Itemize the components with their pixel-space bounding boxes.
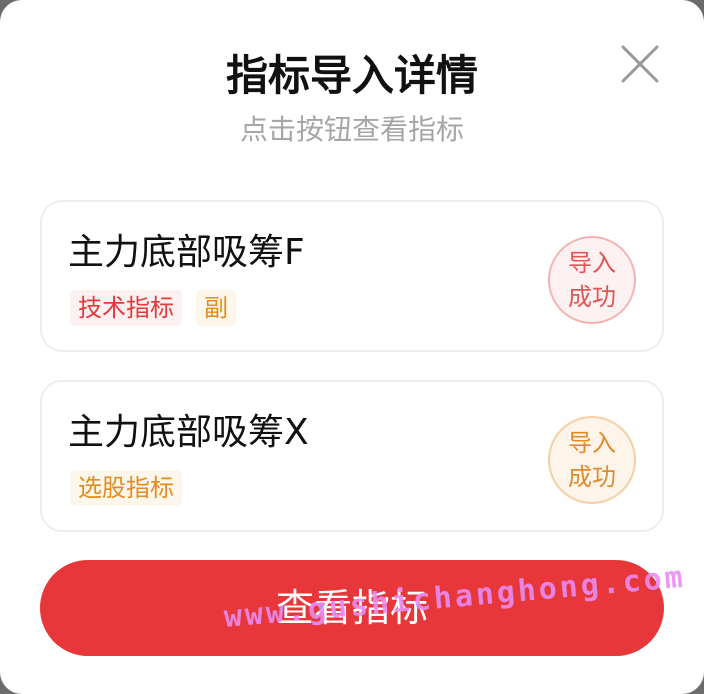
- tag-indicator-type: 选股指标: [70, 470, 182, 506]
- dialog-title: 指标导入详情: [225, 51, 478, 100]
- indicator-card: 主力底部吸筹F 技术指标 副 导入 成功: [40, 200, 664, 352]
- dialog-subtitle: 点击按钮查看指标: [239, 113, 464, 146]
- indicator-name: 主力底部吸筹F: [68, 232, 305, 273]
- close-button[interactable]: [620, 44, 660, 84]
- tag-indicator-type: 技术指标: [70, 290, 182, 326]
- indicator-tags: 选股指标: [70, 470, 182, 506]
- tag-sub-chart: 副: [196, 290, 236, 326]
- indicator-card: 主力底部吸筹X 选股指标 导入 成功: [40, 380, 664, 532]
- indicator-name: 主力底部吸筹X: [68, 412, 309, 453]
- import-detail-dialog: 指标导入详情 点击按钮查看指标 主力底部吸筹F 技术指标 副 导入 成功 主力底…: [0, 0, 704, 694]
- indicator-tags: 技术指标 副: [70, 290, 236, 326]
- close-icon: [621, 45, 659, 83]
- import-success-stamp: 导入 成功: [548, 416, 636, 504]
- import-success-stamp: 导入 成功: [548, 236, 636, 324]
